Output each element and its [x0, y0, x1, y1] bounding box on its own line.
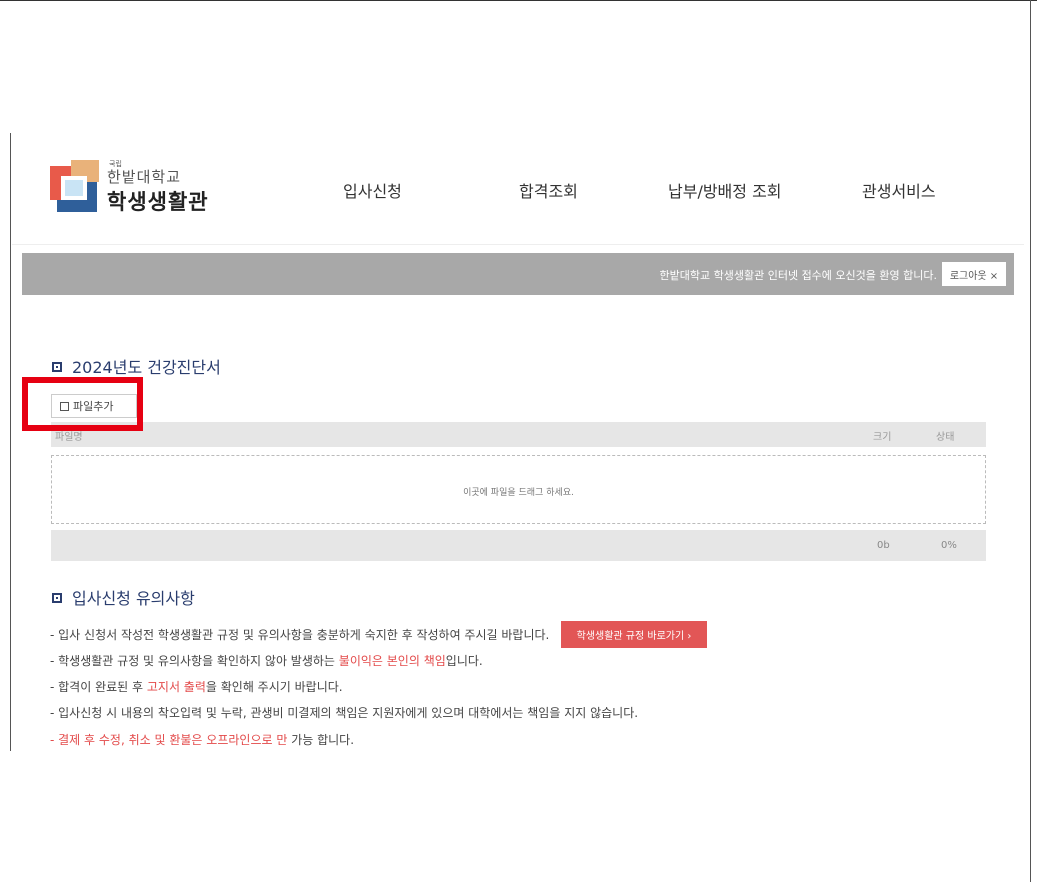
notice-line-2: - 학생생활관 규정 및 유의사항을 확인하지 않아 발생하는 불이익은 본인의…	[50, 652, 483, 669]
column-filename: 파일명	[55, 432, 83, 443]
welcome-banner: 한밭대학교 학생생활관 인터넷 접수에 오신것을 환영 합니다. 로그아웃 ×	[22, 253, 1014, 295]
logo-mark-icon	[50, 160, 99, 212]
save-file-icon	[60, 402, 69, 411]
square-bullet-icon	[52, 592, 62, 603]
frame-right-border	[1030, 0, 1031, 882]
nav-payment-room[interactable]: 납부/방배정 조회	[668, 178, 782, 202]
rules-link-button[interactable]: 학생생활관 규정 바로가기 ›	[561, 621, 707, 648]
welcome-text: 한밭대학교 학생생활관 인터넷 접수에 오신것을 환영 합니다.	[659, 269, 937, 282]
total-size: 0b	[877, 540, 890, 551]
add-file-label: 파일추가	[73, 400, 114, 413]
square-bullet-icon	[52, 361, 62, 372]
notice-line-5-b: 가능 합니다.	[287, 733, 355, 747]
notice-line-3-a: - 합격이 완료된 후	[50, 680, 147, 694]
logo-university-name: 한밭대학교	[107, 168, 182, 186]
nav-resident-service[interactable]: 관생서비스	[862, 178, 936, 202]
site-logo[interactable]: 국립 한밭대학교 학생생활관	[47, 158, 227, 218]
file-table-header: 파일명 크기 상태	[51, 422, 986, 447]
notice-line-3-red: 고지서 출력	[146, 680, 206, 694]
notice-line-2-b: 입니다.	[445, 654, 483, 668]
notice-line-1: - 입사 신청서 작성전 학생생활관 규정 및 유의사항을 충분하게 숙지한 후…	[50, 628, 550, 642]
notice-line-5: - 결제 후 수정, 취소 및 환불은 오프라인으로 만 가능 합니다.	[50, 731, 354, 748]
header-divider	[12, 244, 1024, 245]
notice-line-3-b: 을 확인해 주시기 바랍니다.	[205, 680, 343, 694]
logout-button[interactable]: 로그아웃 ×	[942, 262, 1006, 286]
frame-left-border	[10, 133, 11, 751]
upload-section-title-text: 2024년도 건강진단서	[72, 358, 221, 377]
notice-line-2-a: - 학생생활관 규정 및 유의사항을 확인하지 않아 발생하는	[50, 654, 339, 668]
notice-line-5-red: - 결제 후 수정, 취소 및 환불은 오프라인으로 만	[50, 733, 288, 747]
drop-zone-hint: 이곳에 파일을 드래그 하세요.	[463, 488, 574, 498]
nav-result[interactable]: 합격조회	[519, 178, 578, 202]
column-size: 크기	[873, 432, 892, 443]
upload-section-title: 2024년도 건강진단서	[52, 354, 221, 378]
frame-top-border	[0, 0, 1037, 1]
add-file-button[interactable]: 파일추가	[51, 394, 137, 418]
notice-line-3: - 합격이 완료된 후 고지서 출력을 확인해 주시기 바랍니다.	[50, 678, 343, 695]
logo-title: 학생생활관	[107, 190, 209, 214]
file-drop-zone[interactable]: 이곳에 파일을 드래그 하세요.	[51, 455, 986, 524]
notice-section-title: 입사신청 유의사항	[52, 585, 195, 609]
notice-line-4: - 입사신청 시 내용의 착오입력 및 누락, 관생비 미결제의 책임은 지원자…	[50, 706, 639, 720]
notice-line-2-red: 불이익은 본인의 책임	[338, 654, 446, 668]
column-status: 상태	[936, 432, 955, 443]
file-table-footer: 0b 0%	[51, 530, 986, 561]
total-progress: 0%	[941, 540, 957, 551]
notice-section-title-text: 입사신청 유의사항	[72, 589, 195, 608]
nav-apply[interactable]: 입사신청	[343, 178, 402, 202]
